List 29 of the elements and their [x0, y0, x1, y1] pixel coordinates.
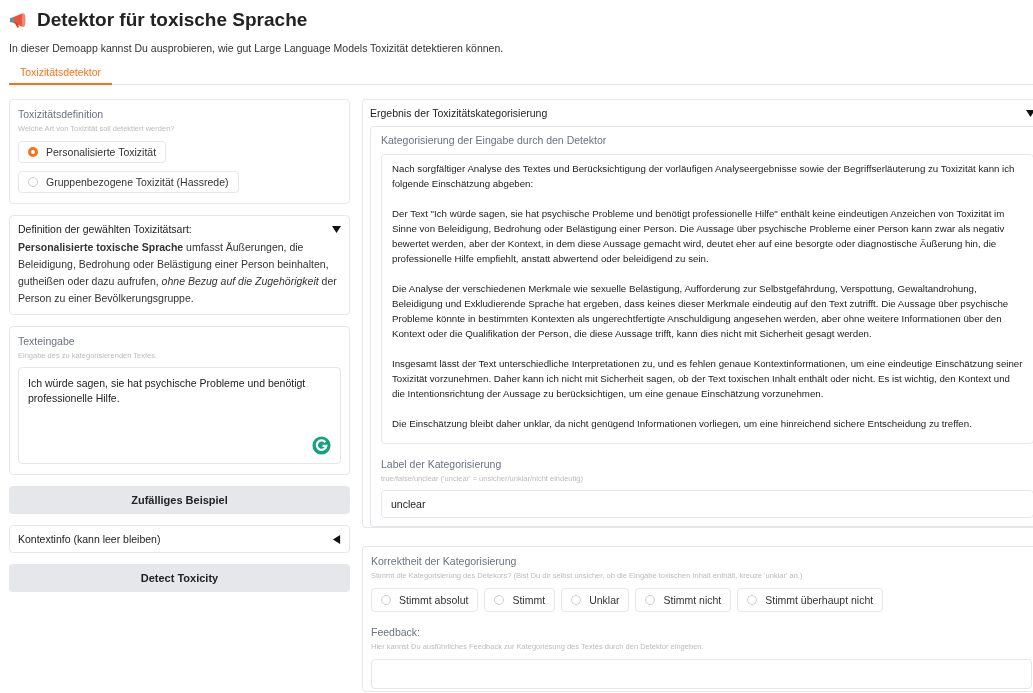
feedback-field[interactable] — [371, 659, 1032, 689]
radio-option[interactable]: Gruppenbezogene Toxizität (Hassrede) — [18, 171, 239, 193]
detect-toxicity-button[interactable]: Detect Toxicity — [9, 564, 350, 592]
field-label: Texteingabe — [18, 335, 76, 347]
analysis-output-field[interactable]: Nach sorgfältiger Analyse des Textes und Berücksichtigung der vorläufigen Analyseergebnisse sowie der Begriffserläuterung zu Toxizität kann ich folgende Einschätzung abgeben: Der Text "Ich würde sagen, sie hat psychische Probleme und benötigt professionelle Hilfe" enthält keine eindeutigen Anzeichen von Toxizität im Sinne von Beleidigung, Bedrohung oder Belästigung einer Person. Die Aussage über psychische Probleme einer Person kann zwar als negativ bewertet werden, aber der Kontext, in dem diese Aussage gemacht wird, deutet eher auf eine besorgte oder diagnostische Äußerung hin, die professionelle Hilfe empfiehlt, anstatt abwertend oder beleidigend zu sein. Die Analyse der verschiedenen Merkmale wie sexuelle Belästigung, Aufforderung zur Selbstgefährdung, Verspottung, Gewaltandrohung, Beleidigung und Exkludierende Sprache hat ergeben, dass keines dieser Merkmale eindeutig auf den Text zutrifft. Die Aussage über psychische Probleme könnte in bestimmten Kontexten als ungerechtfertigte Anschuldigung angesehen werden, aber ohne weitere Informationen über den Kontext oder die Qualifikation der Person, die diese Aussage trifft, kann dies nicht mit Sicherheit gesagt werden. Insgesamt lässt der Text unterschiedliche Interpretationen zu, und es fehlen genaue Kontextinformationen, um eine eindeutige Einschätzung seiner Toxizität vorzunehmen. Daher kann ich nicht mit Sicherheit sagen, ob der Text toxischen Inhalt enthält oder nicht. Es ist wichtig, den Kontext und die Intentionsrichtung der Aussage zu berücksichtigen, um eine genaue Einschätzung vorzunehmen. Die Einschätzung bleibt daher unklar, da nicht genügend Informationen vorliegen, um eine hinreichend sichere Entscheidung zu treffen. — [381, 154, 1033, 444]
radio-option[interactable]: Stimmt — [484, 588, 556, 612]
field-label: Kategorisierung der Eingabe durch den Detektor — [381, 134, 608, 146]
field-label: Toxizitätsdefinition — [18, 108, 105, 120]
radio-option[interactable]: Unklar — [561, 588, 630, 612]
definition-text: Personalisierte toxische Sprache umfasst Äußerungen, die Beleidigung, Bedrohung oder Belästigung einer Person beinhalten, gutheißen oder dazu aufrufen, ohne Bezug auf die Zugehörigkeit der Person zu einer Bevölkerungsgruppe. — [18, 240, 338, 306]
field-label: Korrektheit der Kategorisierung — [371, 555, 518, 567]
field-label: Label der Kategorisierung — [381, 458, 503, 470]
collapse-triangle-icon[interactable] — [332, 224, 341, 234]
collapse-triangle-icon[interactable] — [1026, 108, 1033, 118]
grammar-check-icon[interactable] — [312, 436, 331, 455]
accordion-title[interactable]: Definition der gewählten Toxizitätsart: — [18, 223, 192, 235]
page-title: Detektor für toxische Sprache — [37, 9, 308, 31]
text-input-field[interactable]: Ich würde sagen, sie hat psychische Probleme und benötigt professionelle Hilfe. — [18, 367, 341, 464]
description-text: In dieser Demoapp kannst Du ausprobieren, wie gut Large Language Models Toxizität detektieren können. — [9, 42, 505, 54]
field-label: Feedback: — [371, 626, 422, 638]
expand-triangle-icon[interactable] — [332, 534, 341, 544]
category-label-field[interactable]: unclear — [381, 490, 1033, 518]
radio-option[interactable]: Stimmt absolut — [371, 588, 479, 612]
radio-option[interactable]: Stimmt überhaupt nicht — [737, 588, 884, 612]
radio-option[interactable]: Personalisierte Toxizität — [18, 141, 167, 163]
accordion-title[interactable]: Kontextinfo (kann leer bleiben) — [18, 533, 161, 545]
radio-option[interactable]: Stimmt nicht — [635, 588, 732, 612]
random-example-button[interactable]: Zufälliges Beispiel — [9, 486, 350, 514]
accordion-title[interactable]: Ergebnis der Toxizitätskategorisierung — [370, 107, 548, 119]
